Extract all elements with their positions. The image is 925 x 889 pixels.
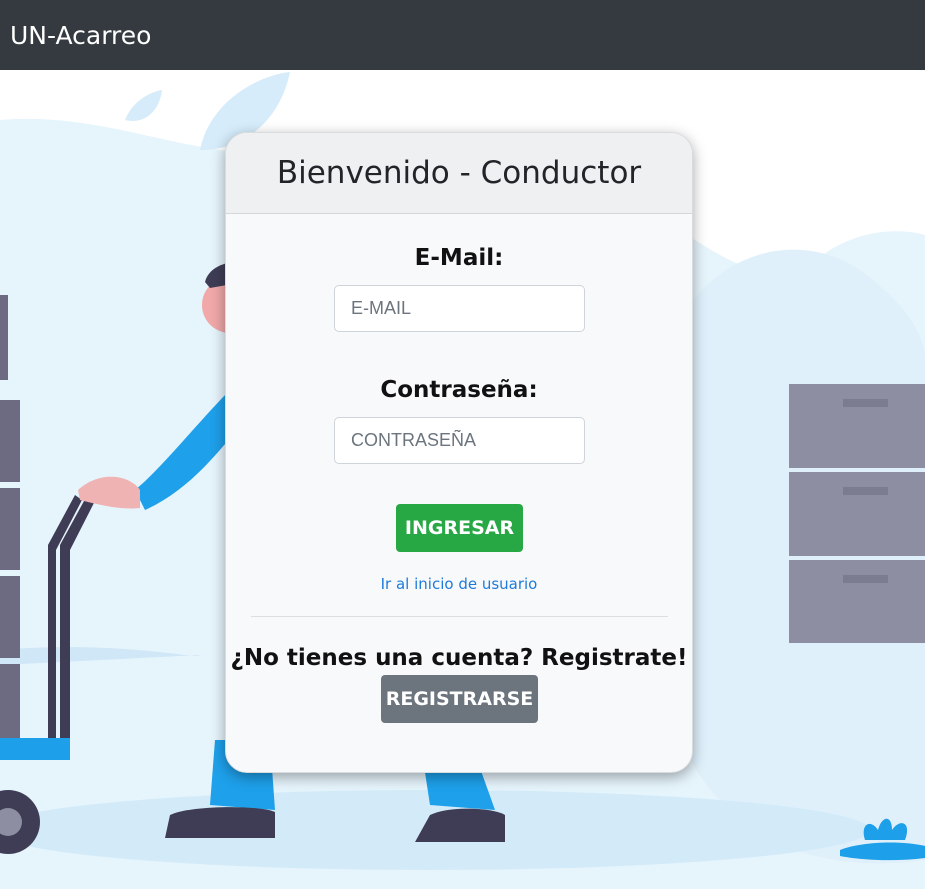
- top-navbar: UN-Acarreo: [0, 0, 925, 70]
- cabinet-drawer: [789, 472, 925, 556]
- box: [0, 576, 20, 658]
- register-button[interactable]: REGISTRARSE: [381, 675, 538, 723]
- login-button[interactable]: INGRESAR: [396, 504, 523, 552]
- box: [0, 295, 8, 380]
- box: [0, 488, 20, 570]
- box: [0, 400, 20, 482]
- user-home-link[interactable]: Ir al inicio de usuario: [226, 575, 692, 593]
- cabinet-drawer: [789, 384, 925, 468]
- password-label: Contraseña:: [380, 377, 538, 403]
- password-field[interactable]: [334, 417, 585, 464]
- register-prompt: ¿No tienes una cuenta? Registrate!: [230, 645, 688, 671]
- login-card-title: Bienvenido - Conductor: [276, 155, 642, 191]
- email-field[interactable]: [334, 285, 585, 332]
- email-label: E-Mail:: [414, 245, 504, 271]
- divider: [251, 616, 668, 617]
- box: [0, 664, 20, 746]
- login-card-header: Bienvenido - Conductor: [226, 133, 692, 214]
- brand-link[interactable]: UN-Acarreo: [10, 20, 151, 52]
- worker-shoe: [165, 807, 275, 838]
- login-card: Bienvenido - Conductor E-Mail: Contraseñ…: [225, 132, 693, 773]
- background-blob-right: [666, 249, 925, 864]
- cabinet-drawer: [789, 560, 925, 643]
- hand-truck-base: [0, 738, 70, 760]
- leaf-icon: [125, 90, 162, 121]
